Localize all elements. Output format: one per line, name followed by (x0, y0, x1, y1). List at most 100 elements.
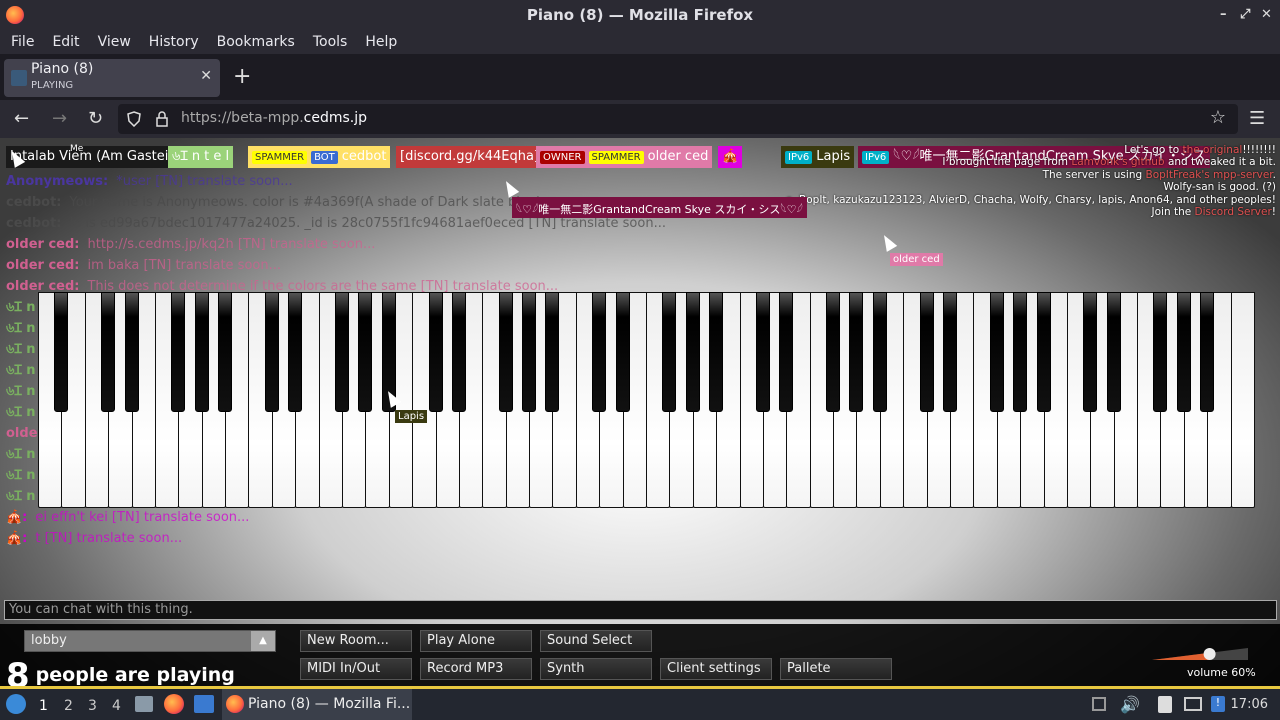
play-alone-button[interactable]: Play Alone (420, 630, 532, 652)
user-badge[interactable]: [discord.gg/k44Eqha] (396, 146, 544, 168)
black-key[interactable] (826, 292, 841, 412)
black-key[interactable] (709, 292, 724, 412)
black-key[interactable] (1036, 292, 1051, 412)
shield-icon[interactable] (126, 111, 142, 127)
update-icon[interactable]: ! (1211, 696, 1225, 712)
room-dropdown-icon[interactable]: ▲ (251, 631, 275, 651)
black-key[interactable] (989, 292, 1004, 412)
terminal-icon[interactable] (194, 695, 214, 713)
room-select[interactable]: lobby ▲ (24, 630, 276, 652)
black-key[interactable] (685, 292, 700, 412)
start-menu-icon[interactable] (6, 694, 26, 714)
user-badge[interactable]: ৬Ɪ n t e l (168, 146, 234, 168)
menu-view[interactable]: View (91, 34, 138, 50)
menu-help[interactable]: Help (358, 34, 404, 50)
black-key[interactable] (288, 292, 303, 412)
original-link[interactable]: the original (1182, 144, 1242, 156)
url-bar[interactable]: https://beta-mpp.cedms.jp ☆ (118, 104, 1238, 134)
close-window-icon[interactable]: ✕ (1261, 7, 1272, 22)
black-key[interactable] (218, 292, 233, 412)
bookmark-star-icon[interactable]: ☆ (1210, 107, 1226, 128)
lock-icon[interactable] (155, 110, 169, 128)
black-key[interactable] (101, 292, 116, 412)
workspace-2[interactable]: 2 (64, 698, 73, 714)
black-key[interactable] (1013, 292, 1028, 412)
new-tab-icon[interactable]: + (233, 64, 251, 89)
black-key[interactable] (942, 292, 957, 412)
black-key[interactable] (171, 292, 186, 412)
black-key[interactable] (662, 292, 677, 412)
clipboard-icon[interactable] (1158, 696, 1172, 713)
info-line-4: Wolfy-san is good. (?) (1163, 181, 1276, 194)
minimize-icon[interactable]: – (1220, 7, 1227, 22)
volume-slider[interactable]: volume 60% (1150, 646, 1256, 682)
black-key[interactable] (1176, 292, 1191, 412)
white-key[interactable] (1230, 292, 1255, 508)
black-key[interactable] (849, 292, 864, 412)
menu-tools[interactable]: Tools (306, 34, 355, 50)
black-key[interactable] (334, 292, 349, 412)
black-key[interactable] (428, 292, 443, 412)
file-manager-icon[interactable] (135, 696, 153, 712)
maximize-icon[interactable]: ⤢ (1240, 7, 1250, 22)
black-key[interactable] (1200, 292, 1215, 412)
midi-button[interactable]: MIDI In/Out (300, 658, 412, 680)
black-key[interactable] (1106, 292, 1121, 412)
close-tab-icon[interactable]: ✕ (200, 68, 212, 84)
workspace-1[interactable]: 1 (39, 698, 48, 714)
black-key[interactable] (592, 292, 607, 412)
black-key[interactable] (451, 292, 466, 412)
sound-select-button[interactable]: Sound Select (540, 630, 652, 652)
volume-icon[interactable]: 🔊 (1120, 695, 1140, 714)
menu-file[interactable]: File (4, 34, 41, 50)
black-key[interactable] (755, 292, 770, 412)
window-title: Piano (8) — Mozilla Firefox (526, 6, 754, 24)
discord-link[interactable]: Discord Server (1195, 206, 1272, 218)
black-key[interactable] (358, 292, 373, 412)
piano-keyboard[interactable] (38, 292, 1255, 510)
menu-history[interactable]: History (142, 34, 206, 50)
new-room-button[interactable]: New Room... (300, 630, 412, 652)
black-key[interactable] (124, 292, 139, 412)
tab-piano[interactable]: Piano (8) PLAYING ✕ (4, 59, 220, 97)
taskbar-firefox-task[interactable]: Piano (8) — Mozilla Fi... (222, 689, 412, 720)
synth-button[interactable]: Synth (540, 658, 652, 680)
black-key[interactable] (545, 292, 560, 412)
cursor-label-lapis: Lapis (395, 410, 428, 423)
firefox-launcher-icon[interactable] (164, 694, 184, 714)
black-key[interactable] (779, 292, 794, 412)
user-badge[interactable]: OWNER SPAMMER older ced (536, 146, 713, 168)
record-mp3-button[interactable]: Record MP3 (420, 658, 532, 680)
hamburger-menu-icon[interactable]: ☰ (1249, 108, 1265, 129)
chat-input[interactable]: You can chat with this thing. (4, 600, 1277, 620)
workspace-4[interactable]: 4 (112, 698, 121, 714)
black-key[interactable] (872, 292, 887, 412)
forward-icon[interactable]: → (52, 108, 67, 129)
black-key[interactable] (919, 292, 934, 412)
black-key[interactable] (1153, 292, 1168, 412)
user-badge[interactable]: 🎪 (718, 146, 743, 168)
tray-up-icon[interactable] (1092, 697, 1106, 711)
pallete-button[interactable]: Pallete (780, 658, 892, 680)
workspace-3[interactable]: 3 (88, 698, 97, 714)
menu-bookmarks[interactable]: Bookmarks (210, 34, 302, 50)
user-badge[interactable]: SPAMMER BOT cedbot (248, 146, 391, 168)
black-key[interactable] (522, 292, 537, 412)
black-key[interactable] (264, 292, 279, 412)
user-badge[interactable]: Intalab Viem (Am Gasteig) (6, 146, 186, 168)
client-settings-button[interactable]: Client settings (660, 658, 772, 680)
chat-text: id is ed99a67bdec1017477a24025. _id is 2… (69, 216, 666, 231)
github-link[interactable]: Lamvonk's github (1071, 156, 1164, 168)
display-icon[interactable] (1184, 697, 1202, 711)
black-key[interactable] (194, 292, 209, 412)
menu-edit[interactable]: Edit (45, 34, 86, 50)
back-icon[interactable]: ← (14, 108, 29, 129)
info-line-2: I brought the page from Lamvonk's github… (786, 156, 1276, 168)
black-key[interactable] (498, 292, 513, 412)
black-key[interactable] (54, 292, 69, 412)
reload-icon[interactable]: ↻ (88, 108, 103, 129)
url-text[interactable]: https://beta-mpp.cedms.jp (181, 110, 367, 126)
server-link[interactable]: BopItFreak's mpp-server (1145, 169, 1272, 181)
black-key[interactable] (615, 292, 630, 412)
black-key[interactable] (1083, 292, 1098, 412)
